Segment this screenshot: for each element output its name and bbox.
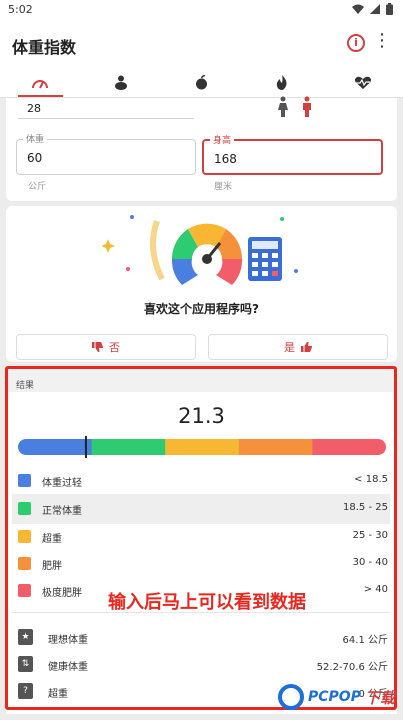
annotation-caption: 输入后马上可以看到数据 bbox=[108, 592, 306, 613]
height-value[interactable]: 168 bbox=[214, 152, 237, 166]
rating-yes-button[interactable]: 是 bbox=[208, 334, 388, 360]
thumbs-up-icon bbox=[301, 342, 312, 352]
flame-icon bbox=[276, 75, 287, 90]
weight-value[interactable]: 60 bbox=[27, 151, 42, 165]
status-time: 5:02 bbox=[8, 3, 33, 16]
gauge-icon bbox=[32, 79, 49, 88]
thumbs-down-icon bbox=[92, 342, 103, 352]
male-icon[interactable] bbox=[301, 96, 313, 118]
tab-bmi[interactable] bbox=[0, 68, 81, 97]
height-unit: 厘米 bbox=[214, 182, 233, 192]
weight-field[interactable]: 体重 60 bbox=[16, 132, 196, 175]
watermark-logo-icon bbox=[278, 684, 304, 710]
female-icon[interactable] bbox=[277, 96, 289, 118]
watermark-brand: PCPOP bbox=[308, 689, 361, 705]
weight-label: 体重 bbox=[23, 132, 48, 145]
signal-icon bbox=[370, 4, 380, 14]
heartbeat-icon bbox=[354, 76, 371, 89]
wifi-icon bbox=[352, 4, 364, 14]
tab-calories[interactable] bbox=[242, 68, 323, 97]
age-field-underline bbox=[18, 118, 194, 119]
info-icon[interactable]: i bbox=[347, 34, 365, 52]
tab-nutrition[interactable] bbox=[161, 68, 242, 97]
page-title: 体重指数 bbox=[12, 38, 77, 57]
rating-question: 喜欢这个应用程序吗? bbox=[144, 302, 259, 316]
rating-yes-label: 是 bbox=[284, 341, 295, 354]
app-bar: 体重指数 i ⋮ bbox=[0, 18, 403, 68]
rating-card: 喜欢这个应用程序吗? 否 是 bbox=[6, 206, 397, 362]
rating-illustration bbox=[102, 215, 298, 285]
more-options-icon[interactable]: ⋮ bbox=[373, 32, 391, 50]
person-icon bbox=[114, 75, 127, 90]
height-label: 身高 bbox=[210, 133, 235, 146]
battery-icon bbox=[386, 3, 393, 15]
input-card: 28 体重 60 公斤 身高 168 厘米 bbox=[6, 96, 397, 201]
rating-no-label: 否 bbox=[109, 341, 120, 354]
weight-unit: 公斤 bbox=[28, 182, 47, 192]
height-field[interactable]: 身高 168 bbox=[202, 133, 383, 175]
rating-no-button[interactable]: 否 bbox=[16, 334, 196, 360]
status-bar: 5:02 bbox=[0, 0, 403, 18]
status-icons bbox=[352, 3, 393, 15]
apple-icon bbox=[195, 75, 207, 90]
watermark-suffix: 下载 bbox=[364, 688, 395, 707]
age-value[interactable]: 28 bbox=[27, 102, 41, 115]
tab-heart[interactable] bbox=[322, 68, 403, 97]
annotation-highlight-box bbox=[5, 366, 397, 710]
tab-bar bbox=[0, 68, 403, 98]
watermark: PCPOP 下载 bbox=[278, 684, 395, 710]
tab-body[interactable] bbox=[81, 68, 162, 97]
